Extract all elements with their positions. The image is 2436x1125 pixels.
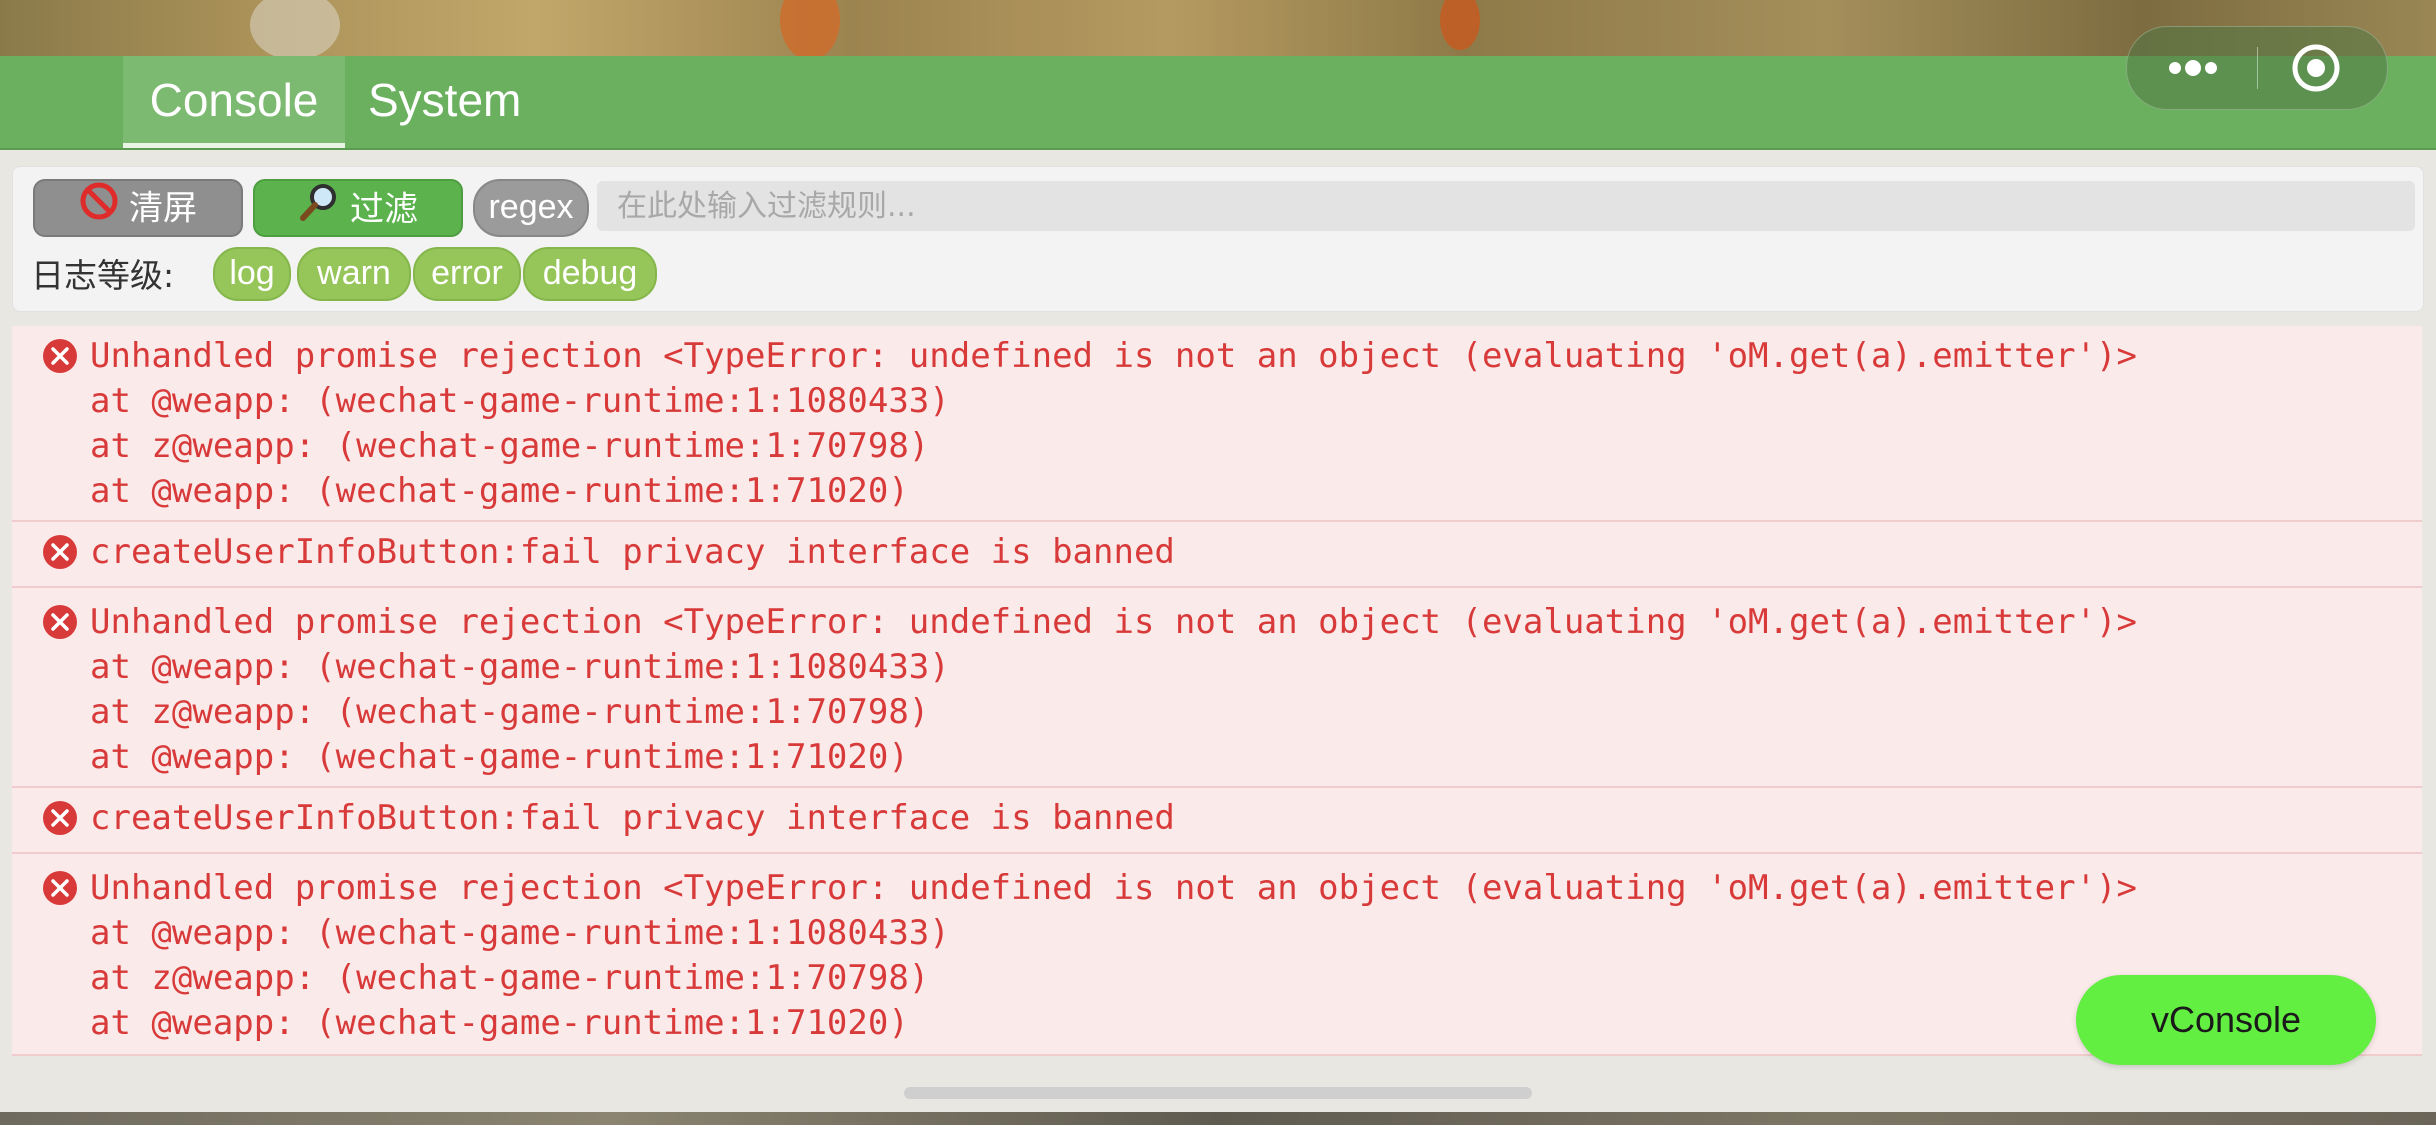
regex-toggle-label: regex: [488, 188, 574, 226]
game-background-bottom: [0, 1112, 2436, 1125]
error-circle-icon: [42, 870, 78, 906]
error-circle-icon: [42, 534, 78, 570]
filter-button[interactable]: 过滤: [253, 179, 463, 237]
filter-input[interactable]: [597, 181, 2415, 231]
log-message: Unhandled promise rejection <TypeError: …: [90, 336, 2137, 511]
error-circle-icon: [42, 338, 78, 374]
tab-system[interactable]: System: [368, 56, 521, 148]
log-message: Unhandled promise rejection <TypeError: …: [90, 868, 2137, 1043]
level-log-button[interactable]: log: [213, 247, 291, 301]
vconsole-tab-bar: Console System: [0, 56, 2436, 150]
filter-button-label: 过滤: [350, 189, 418, 230]
log-message: Unhandled promise rejection <TypeError: …: [90, 602, 2137, 777]
more-dots-icon[interactable]: [2163, 47, 2223, 89]
log-entry-error: Unhandled promise rejection <TypeError: …: [12, 588, 2422, 788]
log-list[interactable]: Unhandled promise rejection <TypeError: …: [12, 326, 2422, 1056]
log-level-label: 日志等级:: [31, 256, 175, 295]
error-circle-icon: [42, 800, 78, 836]
clear-button[interactable]: 清屏: [33, 179, 243, 237]
vconsole-toggle-button[interactable]: vConsole: [2076, 975, 2376, 1065]
log-entry-error: createUserInfoButton:fail privacy interf…: [12, 788, 2422, 854]
clear-button-label: 清屏: [129, 188, 197, 229]
home-indicator[interactable]: [904, 1087, 1532, 1099]
capsule-divider: [2257, 47, 2258, 89]
console-toolbar: 清屏 过滤 regex 日志等级: log warn error debug: [12, 166, 2424, 312]
log-entry-error: Unhandled promise rejection <TypeError: …: [12, 326, 2422, 522]
tab-console-label: Console: [149, 74, 319, 126]
log-entry-error: Unhandled promise rejection <TypeError: …: [12, 854, 2422, 1056]
error-circle-icon: [42, 604, 78, 640]
log-entry-error: createUserInfoButton:fail privacy interf…: [12, 522, 2422, 588]
no-entry-icon: [79, 181, 119, 236]
active-tab-indicator: [123, 143, 345, 148]
log-message: createUserInfoButton:fail privacy interf…: [90, 798, 1175, 838]
level-debug-button[interactable]: debug: [523, 247, 657, 301]
regex-toggle[interactable]: regex: [473, 179, 589, 237]
log-message: createUserInfoButton:fail privacy interf…: [90, 532, 1175, 572]
tab-system-label: System: [368, 74, 522, 126]
level-warn-button[interactable]: warn: [297, 247, 411, 301]
game-background: [0, 0, 2436, 60]
magnifier-icon: [298, 181, 340, 238]
target-circle-icon[interactable]: [2291, 43, 2341, 93]
tab-console[interactable]: Console: [123, 56, 345, 148]
miniprogram-capsule: [2126, 26, 2388, 110]
level-error-button[interactable]: error: [413, 247, 521, 301]
